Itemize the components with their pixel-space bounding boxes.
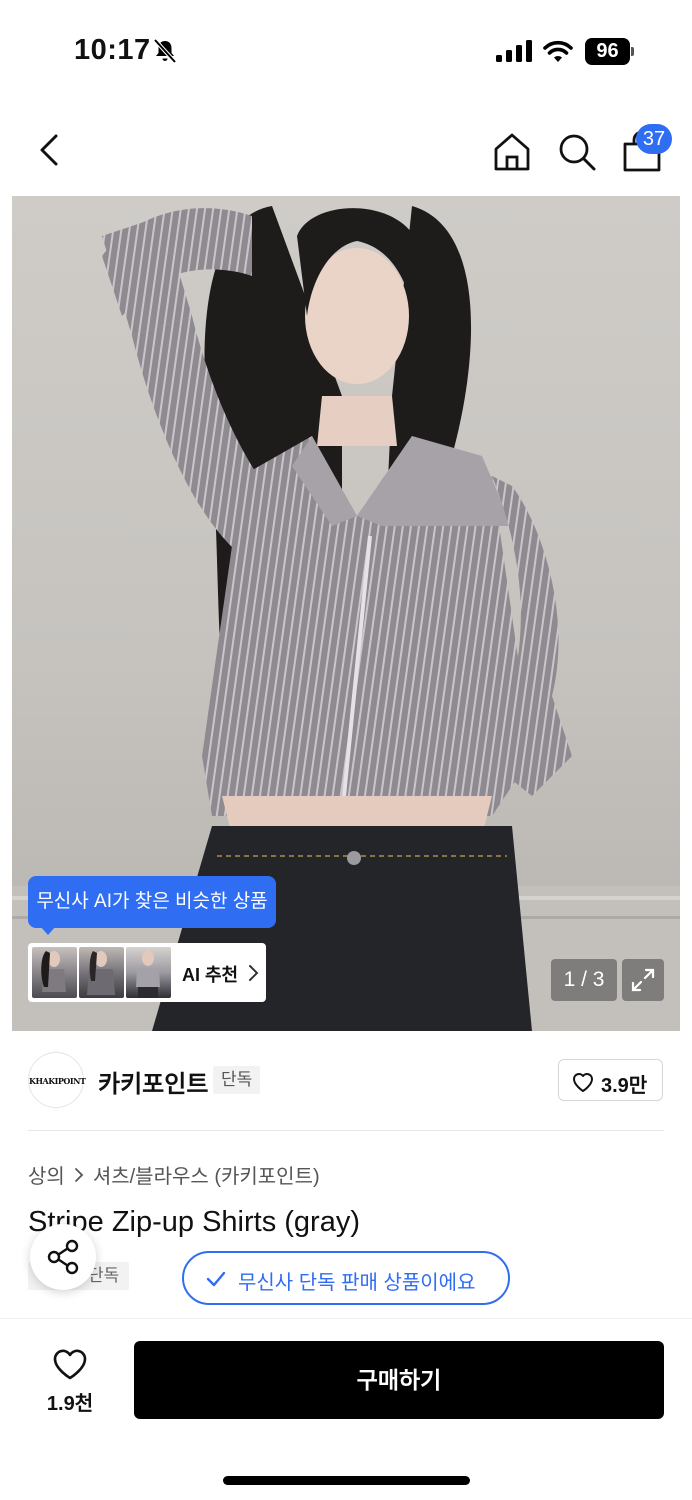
home-indicator [223, 1476, 470, 1485]
ai-thumbnail-2-figure [87, 951, 115, 995]
status-bar: 10:17 96 [0, 0, 692, 100]
share-button[interactable] [30, 1224, 96, 1290]
chevron-right-icon [249, 965, 259, 981]
back-chevron-icon[interactable] [30, 130, 70, 170]
battery-level: 96 [585, 38, 630, 65]
ai-thumbnail-2[interactable] [79, 947, 124, 998]
heart-icon [53, 1349, 87, 1380]
search-icon[interactable] [555, 130, 599, 174]
brand-exclusive-tag: 단독 [213, 1066, 261, 1094]
divider [28, 1130, 664, 1131]
status-time: 10:17 [74, 34, 151, 66]
exclusive-sale-text: 무신사 단독 판매 상품이에요 [238, 1272, 476, 1294]
battery-indicator: 96 [585, 38, 635, 65]
home-icon[interactable] [490, 130, 534, 174]
heart-icon [573, 1073, 593, 1092]
ai-thumbnail-3[interactable] [126, 947, 171, 998]
image-page-indicator: 1 / 3 [551, 959, 617, 1001]
ai-thumbnail-3-figure [136, 950, 160, 998]
brand-like-count: 3.9만 [601, 1075, 648, 1097]
ai-thumbnail-1-figure [41, 951, 66, 992]
ai-recommendation-card[interactable]: AI 추천 [28, 943, 266, 1002]
breadcrumb-item[interactable]: 상의 [28, 1160, 65, 1189]
wishlist-count: 1.9천 [46, 1393, 94, 1415]
ai-recommend-label: AI 추천 [182, 965, 239, 985]
ai-tooltip-tail [40, 926, 56, 935]
share-icon [47, 1239, 79, 1275]
ai-similar-tooltip[interactable]: 무신사 AI가 찾은 비슷한 상품 [28, 876, 276, 928]
ai-thumbnail-1[interactable] [32, 947, 77, 998]
bottom-bar-divider [0, 1318, 692, 1319]
wishlist-button[interactable]: 1.9천 [30, 1340, 110, 1420]
top-nav [0, 110, 692, 190]
breadcrumb-item[interactable]: 셔츠/블라우스 (카키포인트) [93, 1160, 320, 1189]
bell-muted-icon [153, 38, 177, 64]
expand-image-button[interactable] [622, 959, 664, 1001]
brand-like-button[interactable]: 3.9만 [558, 1059, 663, 1101]
breadcrumb: 상의 셔츠/블라우스 (카키포인트) [28, 1160, 320, 1189]
check-icon [206, 1271, 226, 1287]
expand-icon [631, 968, 655, 992]
signal-icon [496, 40, 532, 62]
exclusive-sale-badge: 무신사 단독 판매 상품이에요 [182, 1251, 510, 1305]
chevron-right-icon [74, 1167, 84, 1182]
buy-button[interactable]: 구매하기 [134, 1341, 664, 1419]
brand-name[interactable]: 카키포인트 [98, 1064, 208, 1099]
cart-count-badge: 37 [636, 124, 672, 154]
brand-logo[interactable]: KHAKIPOINT [28, 1052, 86, 1108]
wifi-icon [543, 40, 573, 62]
battery-tip [631, 47, 634, 56]
